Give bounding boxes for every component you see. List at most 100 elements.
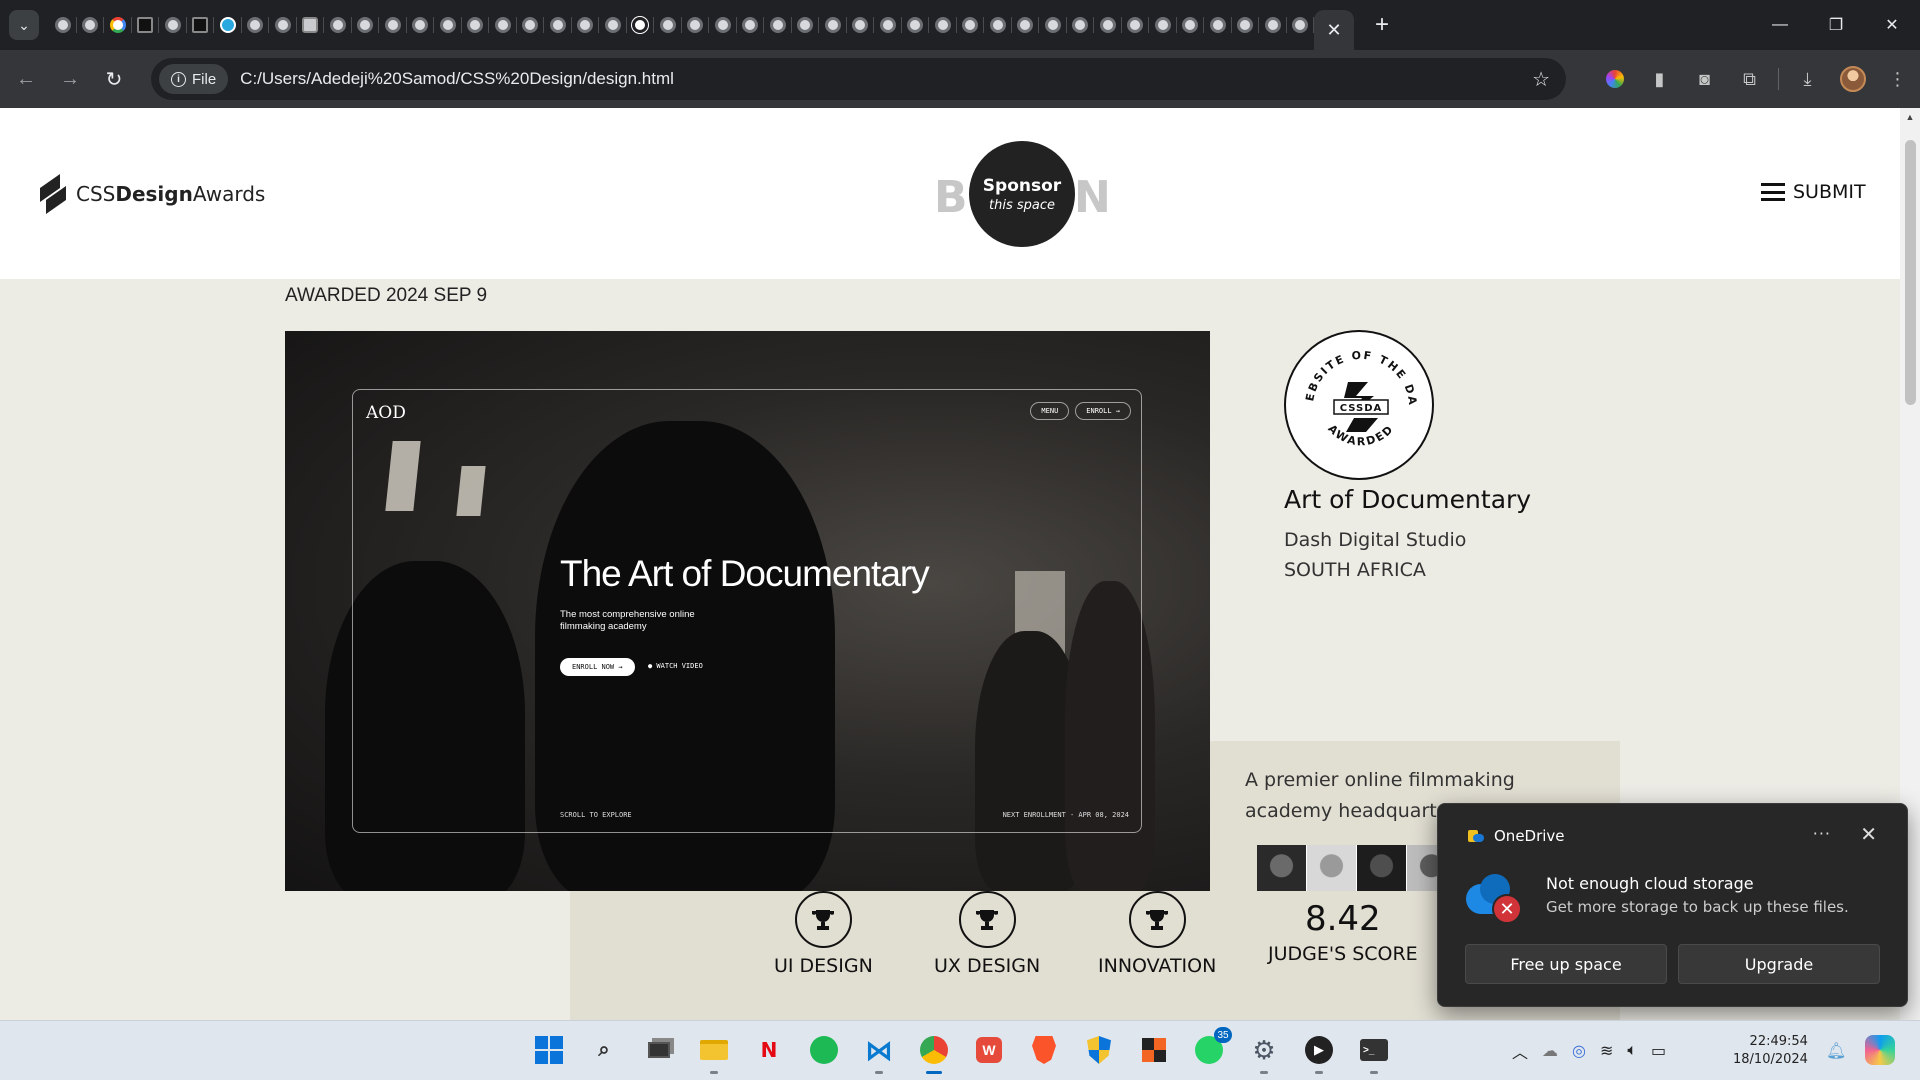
start-button[interactable] <box>528 1029 570 1071</box>
browser-tab[interactable] <box>379 0 407 50</box>
toast-more-options-icon[interactable]: ··· <box>1813 824 1831 843</box>
onedrive-error-tray-icon[interactable]: ☁ <box>1542 1041 1558 1061</box>
file-explorer-icon[interactable] <box>693 1029 735 1074</box>
browser-tab[interactable] <box>929 0 957 50</box>
browser-menu-icon[interactable]: ⋮ <box>1875 61 1920 97</box>
puzzle-extensions-icon[interactable]: ⧉ <box>1727 61 1772 97</box>
show-hidden-icons-chevron-icon[interactable]: ︿ <box>1512 1039 1528 1063</box>
system-clock[interactable]: 22:49:54 18/10/2024 <box>1733 1033 1808 1069</box>
wifi-icon[interactable]: ≋ <box>1600 1041 1613 1061</box>
browser-tab[interactable] <box>544 0 572 50</box>
browser-tab[interactable] <box>1067 0 1095 50</box>
scroll-up-arrow-icon[interactable]: ▲ <box>1900 108 1920 126</box>
document-extension-icon[interactable]: ▮ <box>1637 61 1682 97</box>
task-view-icon[interactable] <box>638 1029 680 1071</box>
camera-extension-icon[interactable]: ◙ <box>1682 61 1727 97</box>
browser-tab[interactable] <box>49 0 77 50</box>
browser-tab[interactable] <box>1094 0 1122 50</box>
brave-icon[interactable] <box>1023 1029 1065 1071</box>
copilot-icon[interactable] <box>1865 1035 1895 1065</box>
judge-avatar[interactable] <box>1357 845 1407 897</box>
color-picker-extension-icon[interactable] <box>1592 61 1637 97</box>
search-icon[interactable]: ⌕ <box>583 1029 625 1071</box>
terminal-icon[interactable]: >_ <box>1353 1029 1395 1074</box>
browser-tab[interactable] <box>104 0 132 50</box>
browser-tab[interactable] <box>77 0 105 50</box>
browser-tab[interactable] <box>902 0 930 50</box>
browser-tab[interactable] <box>1259 0 1287 50</box>
browser-tab[interactable] <box>1149 0 1177 50</box>
browser-tab[interactable] <box>489 0 517 50</box>
submit-menu-button[interactable]: SUBMIT <box>1761 181 1866 203</box>
profile-avatar[interactable] <box>1830 61 1875 97</box>
browser-tab[interactable] <box>517 0 545 50</box>
sponsor-badge[interactable]: Sponsor this space <box>969 141 1075 247</box>
browser-tab[interactable] <box>269 0 297 50</box>
browser-tab[interactable] <box>242 0 270 50</box>
forward-button[interactable]: → <box>52 61 88 97</box>
browser-tab[interactable] <box>1122 0 1150 50</box>
wps-office-icon[interactable]: W <box>968 1029 1010 1071</box>
back-button[interactable]: ← <box>8 61 44 97</box>
awarded-site-screenshot[interactable]: AOD MENU ENROLL → The Art of Documentary… <box>285 331 1210 891</box>
browser-tab[interactable] <box>819 0 847 50</box>
netflix-icon[interactable]: N <box>748 1029 790 1071</box>
cssda-logo[interactable]: CSSDesignAwards <box>38 177 265 211</box>
browser-tab[interactable] <box>352 0 380 50</box>
site-title[interactable]: Art of Documentary <box>1284 485 1531 514</box>
notification-bell-icon[interactable]: 🔔︎ <box>1826 1041 1846 1061</box>
download-icon[interactable]: ⤓ <box>1785 61 1830 97</box>
whatsapp-icon[interactable]: 35 <box>1188 1027 1232 1071</box>
browser-tab[interactable] <box>407 0 435 50</box>
browser-tab[interactable] <box>709 0 737 50</box>
address-bar[interactable]: i File C:/Users/Adedeji%20Samod/CSS%20De… <box>151 58 1566 100</box>
browser-tab[interactable] <box>324 0 352 50</box>
browser-tab[interactable] <box>1039 0 1067 50</box>
minimize-button[interactable]: — <box>1752 0 1808 50</box>
browser-tab[interactable] <box>434 0 462 50</box>
chrome-icon[interactable] <box>913 1029 955 1074</box>
browser-tab[interactable] <box>1012 0 1040 50</box>
browser-tab[interactable] <box>214 0 242 50</box>
site-info-chip[interactable]: i File <box>159 64 229 94</box>
browser-tab[interactable] <box>874 0 902 50</box>
browser-tab[interactable] <box>847 0 875 50</box>
close-window-button[interactable]: ✕ <box>1864 0 1920 50</box>
reload-button[interactable]: ↻ <box>96 61 132 97</box>
browser-tab[interactable] <box>599 0 627 50</box>
upgrade-button[interactable]: Upgrade <box>1678 944 1880 984</box>
battery-icon[interactable]: ▭ <box>1651 1041 1666 1061</box>
security-shield-icon[interactable] <box>1078 1029 1120 1071</box>
volume-icon[interactable]: 🔈︎ <box>1627 1042 1637 1060</box>
restore-button[interactable]: ❐ <box>1808 0 1864 50</box>
browser-tab[interactable] <box>984 0 1012 50</box>
free-up-space-button[interactable]: Free up space <box>1465 944 1667 984</box>
browser-tab[interactable] <box>957 0 985 50</box>
scrollbar-thumb[interactable] <box>1905 140 1916 405</box>
media-player-icon[interactable]: ▶ <box>1298 1029 1340 1074</box>
spotify-icon[interactable] <box>803 1029 845 1071</box>
active-tab-close[interactable]: ✕ <box>1314 10 1354 50</box>
bookmark-star-icon[interactable]: ☆ <box>1532 67 1550 92</box>
browser-tab[interactable] <box>1177 0 1205 50</box>
browser-tab[interactable] <box>764 0 792 50</box>
browser-tab[interactable] <box>297 0 325 50</box>
judge-avatar[interactable] <box>1307 845 1357 897</box>
browser-tab[interactable] <box>187 0 215 50</box>
figma-like-app-icon[interactable] <box>1133 1029 1175 1071</box>
browser-tab[interactable] <box>159 0 187 50</box>
browser-tab[interactable] <box>682 0 710 50</box>
browser-tab[interactable] <box>737 0 765 50</box>
browser-tab[interactable] <box>627 0 655 50</box>
browser-tab[interactable] <box>654 0 682 50</box>
settings-gear-icon[interactable]: ⚙ <box>1243 1029 1285 1074</box>
browser-tab[interactable] <box>132 0 160 50</box>
url-text[interactable]: C:/Users/Adedeji%20Samod/CSS%20Design/de… <box>240 69 674 89</box>
vscode-icon[interactable]: ⋈ <box>858 1029 900 1074</box>
browser-tab[interactable] <box>792 0 820 50</box>
browser-tab[interactable] <box>572 0 600 50</box>
new-tab-button[interactable]: + <box>1364 7 1400 43</box>
tab-search-button[interactable]: ⌄ <box>9 10 39 40</box>
toast-close-icon[interactable]: ✕ <box>1860 822 1877 846</box>
sync-tray-icon[interactable]: ◎ <box>1572 1041 1586 1061</box>
